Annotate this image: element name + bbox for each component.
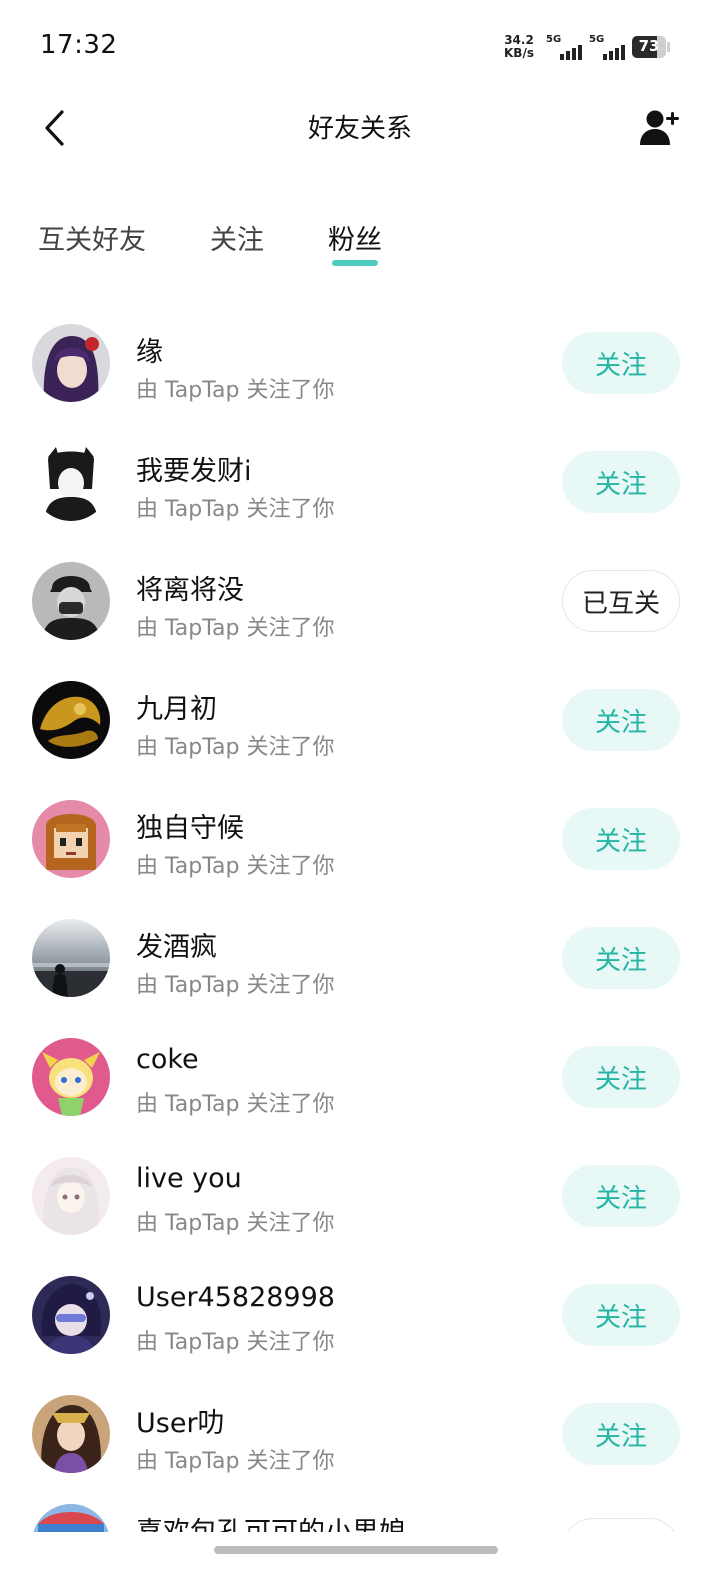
home-indicator[interactable]: [214, 1546, 498, 1554]
list-item[interactable]: User叻 由 TapTap 关注了你 关注: [0, 1375, 720, 1494]
avatar[interactable]: [32, 1395, 110, 1473]
list-item-partial[interactable]: 喜欢包孔可可的小男娘: [0, 1504, 720, 1532]
add-user-icon: [640, 110, 679, 145]
avatar[interactable]: [32, 800, 110, 878]
follow-button[interactable]: 关注: [562, 332, 680, 394]
user-name: 我要发财i: [136, 456, 252, 487]
user-name: 将离将没: [136, 575, 244, 606]
list-item[interactable]: coke 由 TapTap 关注了你 关注: [0, 1018, 720, 1137]
user-name: User45828998: [136, 1282, 335, 1313]
avatar[interactable]: [32, 324, 110, 402]
list-item[interactable]: 发酒疯 由 TapTap 关注了你 关注: [0, 899, 720, 1018]
follow-source-text: 由 TapTap 关注了你: [136, 973, 335, 998]
follow-source-text: 由 TapTap 关注了你: [136, 1449, 335, 1474]
network-speed-unit: KB/s: [504, 46, 534, 60]
follow-source-text: 由 TapTap 关注了你: [136, 1092, 335, 1117]
signal-icon: 5G: [546, 34, 582, 60]
follow-button[interactable]: 关注: [562, 689, 680, 751]
avatar[interactable]: [32, 1157, 110, 1235]
follow-button[interactable]: 关注: [562, 1284, 680, 1346]
follow-button[interactable]: 关注: [562, 808, 680, 870]
user-name: 缘: [136, 337, 163, 368]
follow-source-text: 由 TapTap 关注了你: [136, 735, 335, 760]
avatar[interactable]: [32, 1276, 110, 1354]
follow-button[interactable]: 关注: [562, 1403, 680, 1465]
follow-button[interactable]: 关注: [562, 1046, 680, 1108]
list-item[interactable]: 将离将没 由 TapTap 关注了你 已互关: [0, 542, 720, 661]
user-name: User叻: [136, 1408, 225, 1439]
tab-followers[interactable]: 粉丝: [328, 218, 382, 268]
list-item[interactable]: User45828998 由 TapTap 关注了你 关注: [0, 1256, 720, 1375]
user-name: live you: [136, 1163, 242, 1194]
list-item[interactable]: live you 由 TapTap 关注了你 关注: [0, 1137, 720, 1256]
user-name: 九月初: [136, 694, 217, 725]
add-friend-button[interactable]: [632, 100, 688, 156]
avatar[interactable]: [32, 562, 110, 640]
user-name: 独自守候: [136, 813, 244, 844]
avatar[interactable]: [32, 919, 110, 997]
follow-button[interactable]: 关注: [562, 927, 680, 989]
follow-button[interactable]: 关注: [562, 451, 680, 513]
tab-bar: 互关好友 关注 粉丝: [38, 218, 382, 268]
list-item[interactable]: 缘 由 TapTap 关注了你 关注: [0, 304, 720, 423]
mutual-follow-button[interactable]: [562, 1518, 680, 1532]
tab-following[interactable]: 关注: [210, 218, 264, 268]
list-item[interactable]: 我要发财i 由 TapTap 关注了你 关注: [0, 423, 720, 542]
avatar[interactable]: [32, 1038, 110, 1116]
avatar[interactable]: [32, 681, 110, 759]
avatar[interactable]: [32, 443, 110, 521]
tab-mutual-friends[interactable]: 互关好友: [38, 218, 146, 268]
follow-source-text: 由 TapTap 关注了你: [136, 497, 335, 522]
battery-icon: 73: [632, 36, 672, 58]
follow-source-text: 由 TapTap 关注了你: [136, 616, 335, 641]
user-name: 发酒疯: [136, 932, 217, 963]
follow-source-text: 由 TapTap 关注了你: [136, 1330, 335, 1355]
follow-source-text: 由 TapTap 关注了你: [136, 1211, 335, 1236]
follow-button[interactable]: 关注: [562, 1165, 680, 1227]
follow-source-text: 由 TapTap 关注了你: [136, 378, 335, 403]
user-name: coke: [136, 1044, 199, 1075]
list-item[interactable]: 九月初 由 TapTap 关注了你 关注: [0, 661, 720, 780]
mutual-follow-button[interactable]: 已互关: [562, 570, 680, 632]
network-speed: 34.2 KB/s: [504, 34, 534, 60]
user-name: 喜欢包孔可可的小男娘: [136, 1510, 406, 1532]
status-bar: 17:32 34.2 KB/s 5G 5G 73: [0, 0, 720, 90]
page-title: 好友关系: [307, 114, 412, 144]
list-item[interactable]: 独自守候 由 TapTap 关注了你 关注: [0, 780, 720, 899]
active-tab-indicator: [332, 260, 378, 266]
follow-source-text: 由 TapTap 关注了你: [136, 854, 335, 879]
status-time: 17:32: [40, 30, 118, 60]
avatar[interactable]: [32, 1504, 110, 1532]
signal-icon: 5G: [589, 34, 625, 60]
battery-level: 73: [638, 37, 660, 55]
